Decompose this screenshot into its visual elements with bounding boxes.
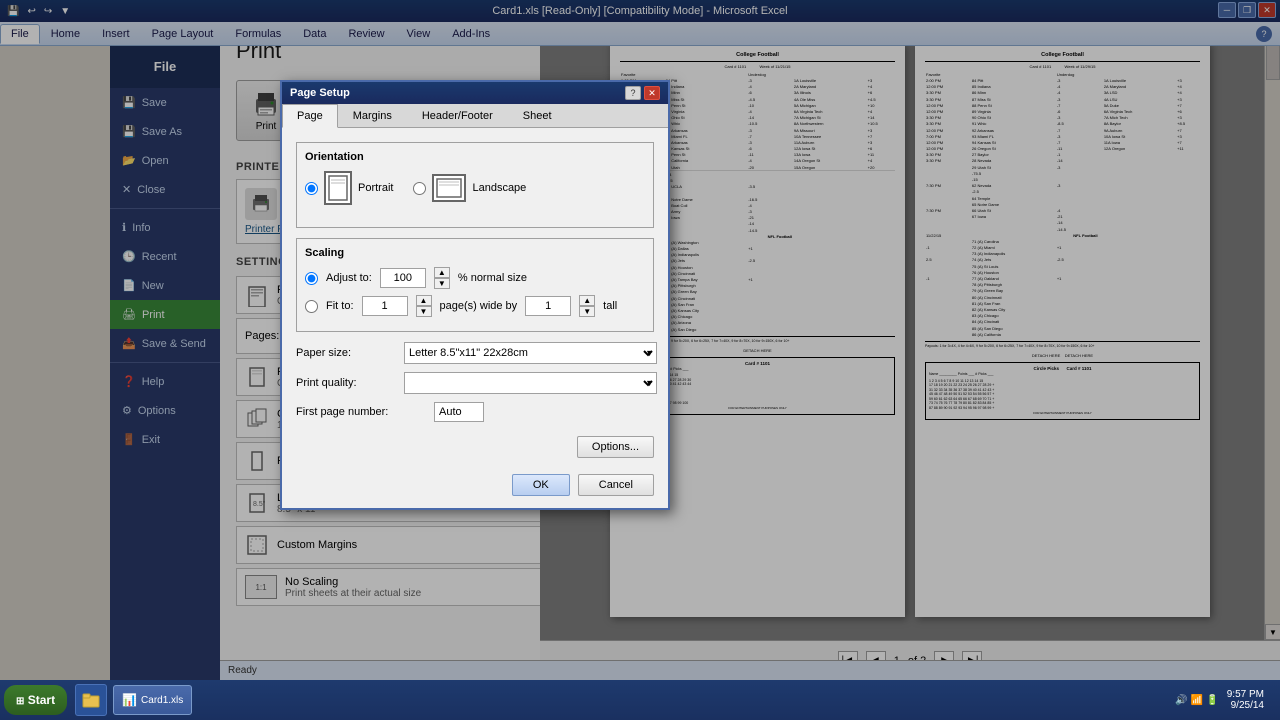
adjust-down[interactable]: ▼ [434,278,450,289]
dialog-help-button[interactable]: ? [625,86,641,100]
fit-tall-spinner: ▲ ▼ [579,295,595,317]
dialog-controls: ? ✕ [625,86,660,100]
tray-icon-1: 🔊 [1175,695,1187,706]
start-button[interactable]: ⊞ Start [4,685,67,715]
dialog-tabs: Page Margins Header/Footer Sheet [282,104,668,128]
page-setup-dialog: Page Setup ? ✕ Page Margins Header/Foote… [280,80,670,510]
system-clock: 9:57 PM 9/25/14 [1223,689,1268,711]
scaling-section-label: Scaling [305,247,645,259]
first-page-row: First page number: [296,402,654,422]
orientation-row: Portrait Landscape [305,171,645,205]
options-row: Options... [282,436,668,462]
paper-size-label: Paper size: [296,347,396,359]
fit-row: Fit to: ▲ ▼ page(s) wide by ▲ ▼ tall [305,295,645,317]
quality-dropdown-icon: ▼ [645,378,654,388]
portrait-radio[interactable] [305,182,318,195]
taskbar-excel-app[interactable]: 📊 Card1.xls [113,685,192,715]
taskbar: ⊞ Start 📊 Card1.xls 🔊 📶 🔋 9:57 PM 9/25/1… [0,680,1280,720]
dialog-title: Page Setup [290,87,350,99]
first-page-label: First page number: [296,406,426,418]
fit-wide-input[interactable] [362,296,408,316]
paper-size-row: Paper size: Letter 8.5"x11" 22x28cm ▼ [296,342,654,364]
adjust-up[interactable]: ▲ [434,267,450,278]
fit-wide-down[interactable]: ▼ [416,306,432,317]
fit-label: Fit to: [326,300,354,312]
paper-size-select[interactable]: Letter 8.5"x11" 22x28cm [404,342,657,364]
adjust-label: Adjust to: [326,272,372,284]
tray-icon-2: 📶 [1191,695,1203,706]
taskbar-right: 🔊 📶 🔋 9:57 PM 9/25/14 [1167,689,1276,711]
cancel-button[interactable]: Cancel [578,474,654,496]
ok-button[interactable]: OK [512,474,570,496]
landscape-label: Landscape [472,182,526,194]
orientation-label: Orientation [305,151,645,163]
system-tray: 🔊 📶 🔋 [1175,695,1218,706]
fit-wide-up[interactable]: ▲ [416,295,432,306]
fit-wide-spinner: ▲ ▼ [416,295,432,317]
portrait-option[interactable]: Portrait [305,171,393,205]
print-quality-label: Print quality: [296,377,396,389]
start-icon: ⊞ [16,696,24,707]
excel-icon: 📊 [122,693,137,707]
dialog-buttons: OK Cancel [282,466,668,508]
fit-radio[interactable] [305,300,318,313]
dialog-tab-headerfooter[interactable]: Header/Footer [407,104,508,127]
options-button[interactable]: Options... [577,436,654,458]
print-quality-row: Print quality: ▼ [296,372,654,394]
tall-label: tall [603,300,617,312]
scaling-section: Scaling Adjust to: ▲ ▼ % normal size Fit… [296,238,654,332]
print-quality-select[interactable] [404,372,657,394]
dialog-close-button[interactable]: ✕ [644,86,660,100]
taskbar-apps: 📊 Card1.xls [113,685,1167,715]
dialog-tab-page[interactable]: Page [282,104,338,128]
dialog-title-bar: Page Setup ? ✕ [282,82,668,104]
taskbar-folder-icon[interactable] [75,684,107,716]
adjust-input[interactable] [380,268,426,288]
fit-tall-up[interactable]: ▲ [579,295,595,306]
normal-size-label: % normal size [458,272,527,284]
first-page-input[interactable] [434,402,484,422]
landscape-radio[interactable] [413,182,426,195]
portrait-label: Portrait [358,182,393,194]
fit-tall-input[interactable] [525,296,571,316]
orientation-section: Orientation Portrait Landscape [296,142,654,228]
portrait-orient-icon [324,171,352,205]
adjust-row: Adjust to: ▲ ▼ % normal size [305,267,645,289]
dialog-tab-sheet[interactable]: Sheet [508,104,567,127]
landscape-orient-icon [432,174,466,202]
tray-icon-3: 🔋 [1206,695,1218,706]
adjust-radio[interactable] [305,272,318,285]
dialog-tab-margins[interactable]: Margins [338,104,407,127]
adjust-spinner: ▲ ▼ [434,267,450,289]
dialog-content: Orientation Portrait Landscape [282,128,668,436]
landscape-option[interactable]: Landscape [413,174,526,202]
paper-dropdown-icon: ▼ [645,348,654,358]
fit-tall-down[interactable]: ▼ [579,306,595,317]
pages-wide-label: page(s) wide by [440,300,518,312]
